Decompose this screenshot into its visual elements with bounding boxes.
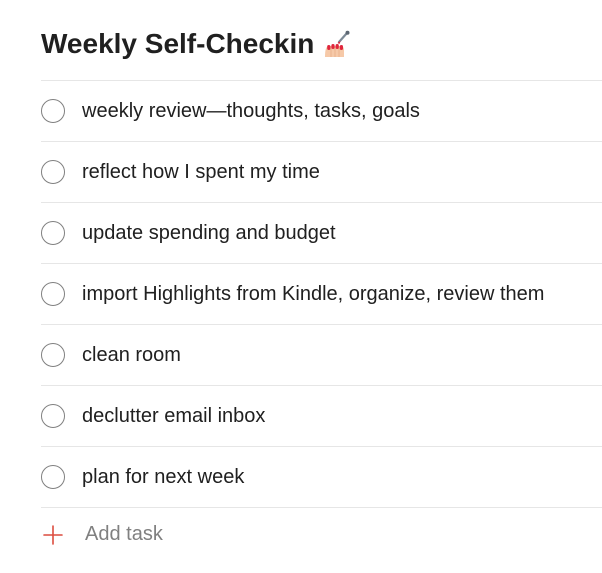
- task-checkbox[interactable]: [41, 343, 65, 367]
- task-label: clean room: [82, 343, 181, 366]
- task-item[interactable]: weekly review—thoughts, tasks, goals: [41, 80, 602, 141]
- task-checkbox[interactable]: [41, 160, 65, 184]
- task-item[interactable]: clean room: [41, 324, 602, 385]
- task-label: reflect how I spent my time: [82, 160, 320, 183]
- page-title: Weekly Self-Checkin: [41, 28, 315, 59]
- task-label: declutter email inbox: [82, 404, 266, 427]
- plus-icon: [41, 523, 65, 547]
- nail-polish-icon: [322, 30, 352, 58]
- add-task-button[interactable]: Add task: [41, 507, 602, 561]
- project-view: Weekly Self-Checkin weekly review—though…: [0, 0, 602, 573]
- project-header: Weekly Self-Checkin: [0, 0, 602, 80]
- task-list: weekly review—thoughts, tasks, goals ref…: [0, 80, 602, 507]
- task-label: plan for next week: [82, 465, 245, 488]
- task-item[interactable]: plan for next week: [41, 446, 602, 507]
- task-item[interactable]: reflect how I spent my time: [41, 141, 602, 202]
- task-checkbox[interactable]: [41, 465, 65, 489]
- task-label: import Highlights from Kindle, organize,…: [82, 282, 545, 305]
- task-item[interactable]: declutter email inbox: [41, 385, 602, 446]
- task-checkbox[interactable]: [41, 99, 65, 123]
- task-item[interactable]: update spending and budget: [41, 202, 602, 263]
- task-label: weekly review—thoughts, tasks, goals: [82, 99, 420, 122]
- task-item[interactable]: import Highlights from Kindle, organize,…: [41, 263, 602, 324]
- task-checkbox[interactable]: [41, 282, 65, 306]
- task-checkbox[interactable]: [41, 221, 65, 245]
- task-checkbox[interactable]: [41, 404, 65, 428]
- task-label: update spending and budget: [82, 221, 336, 244]
- add-task-label: Add task: [85, 523, 163, 545]
